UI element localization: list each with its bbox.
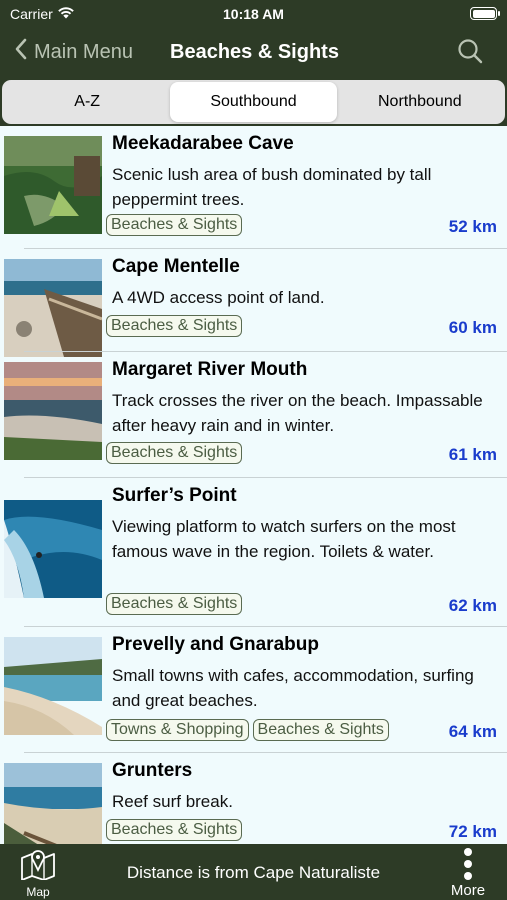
header: Carrier 10:18 AM Main Menu Beaches & Sig… [0,0,507,78]
item-title: Margaret River Mouth [112,359,308,380]
page-title: Beaches & Sights [170,41,339,63]
status-bar: Carrier 10:18 AM [0,0,507,28]
place-thumbnail [4,763,102,844]
category-tag: Towns & Shopping [106,719,249,741]
item-tags: Beaches & Sights [106,214,243,236]
more-label: More [450,882,486,899]
item-title: Surfer’s Point [112,485,237,506]
item-title: Cape Mentelle [112,256,240,277]
clock: 10:18 AM [223,6,284,22]
item-description: Track crosses the river on the beach. Im… [112,391,483,435]
chevron-left-icon [14,38,28,66]
segment-control-wrap: A-Z Southbound Northbound [0,78,507,126]
place-thumbnail [4,259,102,357]
item-description: A 4WD access point of land. [112,288,325,307]
battery-icon [470,7,500,20]
segment-southbound[interactable]: Southbound [170,82,337,122]
map-label: Map [26,885,50,899]
list-item[interactable]: Cape Mentelle A 4WD access point of land… [0,249,507,357]
list-item[interactable]: Prevelly and Gnarabup Small towns with c… [0,627,507,752]
back-button[interactable]: Main Menu [14,38,133,66]
search-button[interactable] [457,38,483,69]
list-item[interactable]: Meekadarabee Cave Scenic lush area of bu… [0,126,507,248]
item-distance: 64 km [448,722,497,741]
category-tag: Beaches & Sights [106,593,243,615]
footer-toolbar: Map Distance is from Cape Naturaliste Mo… [0,844,507,900]
segment-a-z[interactable]: A-Z [4,82,170,122]
item-tags: Beaches & Sights [106,442,243,464]
item-description: Viewing platform to watch surfers on the… [112,517,456,561]
segment-northbound[interactable]: Northbound [337,82,503,122]
item-description: Scenic lush area of bush dominated by ta… [112,165,432,209]
item-tags: Beaches & Sights [106,593,243,615]
category-tag: Beaches & Sights [106,442,243,464]
category-tag: Beaches & Sights [106,819,243,841]
item-distance: 61 km [448,445,497,464]
item-distance: 60 km [448,318,497,337]
item-tags: Beaches & Sights [106,315,243,337]
more-button[interactable]: More [449,848,487,899]
category-tag: Beaches & Sights [106,315,243,337]
item-distance: 72 km [448,822,497,841]
list-item[interactable]: Grunters Reef surf break. Beaches & Sigh… [0,753,507,844]
place-thumbnail [4,362,102,460]
list-item[interactable]: Margaret River Mouth Track crosses the r… [0,352,507,477]
place-thumbnail [4,500,102,598]
nav-bar: Main Menu Beaches & Sights [0,30,507,74]
place-thumbnail [4,136,102,234]
category-tag: Beaches & Sights [106,214,243,236]
item-tags: Beaches & Sights [106,819,243,841]
item-title: Grunters [112,760,193,781]
item-tags: Towns & Shopping Beaches & Sights [106,719,389,741]
item-title: Meekadarabee Cave [112,133,294,154]
item-distance: 62 km [448,596,497,615]
distance-info: Distance is from Cape Naturaliste [126,863,381,882]
more-vertical-icon [449,848,487,880]
category-tag: Beaches & Sights [252,719,389,741]
item-description: Reef surf break. [112,792,233,811]
list-item[interactable]: Surfer’s Point Viewing platform to watch… [0,478,507,626]
segment-control: A-Z Southbound Northbound [2,80,505,124]
item-description: Small towns with cafes, accommodation, s… [112,666,474,710]
search-icon [457,39,483,68]
back-label: Main Menu [34,40,133,63]
places-list: Meekadarabee Cave Scenic lush area of bu… [0,126,507,844]
place-thumbnail [4,637,102,735]
item-distance: 52 km [448,217,497,236]
item-title: Prevelly and Gnarabup [112,634,319,655]
